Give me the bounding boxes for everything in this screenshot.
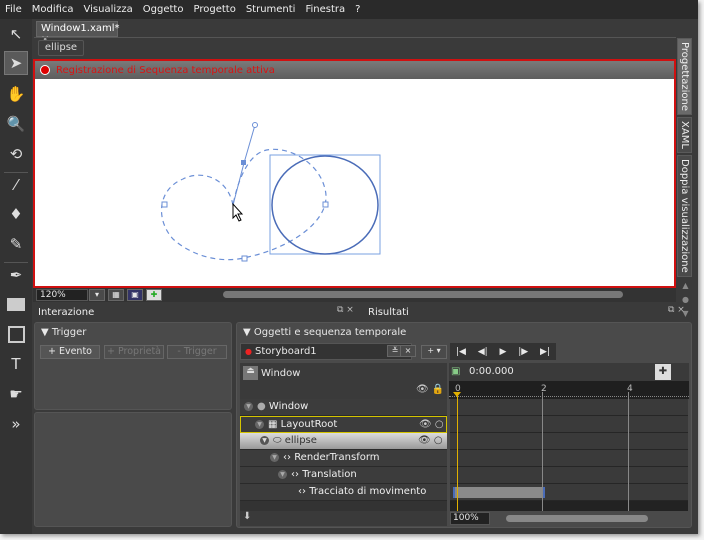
direct-select-icon[interactable]: ↖ xyxy=(4,22,28,46)
menu-bar: File Modifica Visualizza Oggetto Progett… xyxy=(0,0,698,19)
pin-close-icons[interactable]: ⧉ × xyxy=(337,305,354,315)
scope-up-icon[interactable]: ⏏ xyxy=(243,366,258,380)
timeline-row[interactable] xyxy=(450,416,688,433)
pan-hand-icon[interactable]: ✋ xyxy=(4,82,28,106)
selection-icon[interactable]: ➤ xyxy=(4,51,28,75)
text-icon[interactable]: T xyxy=(4,352,28,376)
tree-footer: ⬇ xyxy=(240,511,447,526)
close-storyboard-icon[interactable]: × xyxy=(400,345,416,357)
eyedropper-icon[interactable]: ⁄ xyxy=(4,172,28,196)
menu-file[interactable]: File xyxy=(5,4,22,15)
design-surface[interactable] xyxy=(33,59,676,288)
tab-doppia-visualizzazione[interactable]: Doppia visualizzazione xyxy=(677,154,692,277)
tree-row-rendertransform[interactable]: ▼ ‹› RenderTransform xyxy=(240,450,447,467)
eye-lock-icons[interactable]: 👁 🔒 xyxy=(416,384,444,395)
time-display[interactable]: ▣ 0:00.000 ✚ xyxy=(449,363,689,381)
prev-frame-icon[interactable]: ◀| xyxy=(478,347,488,357)
paint-bucket-icon[interactable]: ♦ xyxy=(4,202,28,226)
chevron-down-icon[interactable]: ▾ xyxy=(89,289,105,301)
tree-row-layoutroot[interactable]: ▼ ▦ LayoutRoot 👁 ○ xyxy=(240,416,447,433)
tree-row-window[interactable]: ▼ ● Window xyxy=(240,399,447,416)
results-pin-close-icons[interactable]: ⧉ × xyxy=(668,305,685,315)
document-tab[interactable]: Window1.xaml* × xyxy=(36,21,120,45)
next-frame-icon[interactable]: |▶ xyxy=(518,347,528,357)
timeline-zoom[interactable]: 100% xyxy=(450,512,490,525)
artboard[interactable]: Registrazione di Sequenza temporale atti… xyxy=(33,59,676,288)
view-tabs: Progettazione XAML Doppia visualizzazion… xyxy=(677,38,694,321)
menu-help[interactable]: ? xyxy=(355,4,360,15)
gradient-icon[interactable]: ✎ xyxy=(4,232,28,256)
horizontal-scrollbar[interactable] xyxy=(223,291,623,298)
zoom-icon[interactable]: 🔍 xyxy=(4,112,28,136)
record-icon: ● xyxy=(245,347,252,356)
tree-row-motion-path[interactable]: ‹› Tracciato di movimento xyxy=(240,484,447,501)
gridline-4s xyxy=(628,392,629,511)
scope-header: ⏏ Window 👁 🔒 xyxy=(240,363,447,399)
interaction-title: Interazione xyxy=(38,307,95,318)
timeline-scrollbar[interactable] xyxy=(506,515,648,522)
menu-finestra[interactable]: Finestra xyxy=(305,4,345,15)
snap-icon[interactable]: ✚ xyxy=(655,364,671,380)
rectangle-icon[interactable] xyxy=(4,292,28,316)
new-storyboard-button[interactable]: + ▾ xyxy=(421,345,447,359)
asset-library-icon[interactable]: » xyxy=(4,412,28,436)
timeline-row[interactable] xyxy=(450,484,688,501)
anchor-point xyxy=(241,160,246,165)
cursor-icon xyxy=(232,202,244,222)
playhead-marker-icon[interactable] xyxy=(453,392,461,397)
add-event-button[interactable]: + Evento xyxy=(40,345,100,359)
menu-strumenti[interactable]: Strumenti xyxy=(246,4,296,15)
zoom-select[interactable]: 120% xyxy=(36,289,88,301)
playback-controls: |◀ ◀| ▶ |▶ ▶| xyxy=(450,343,556,360)
blend-window: File Modifica Visualizza Oggetto Progett… xyxy=(0,0,698,534)
timeline-ruler[interactable]: 0 2 4 xyxy=(449,381,689,399)
play-icon[interactable]: ▶ xyxy=(500,347,507,357)
playhead[interactable] xyxy=(457,392,458,511)
arrow-down-icon[interactable]: ⬇ xyxy=(243,511,251,522)
control-point xyxy=(252,122,258,128)
timeline-row[interactable] xyxy=(450,433,688,450)
snap-icon[interactable]: ✚ xyxy=(146,289,162,301)
motion-path-keyframe-bar[interactable] xyxy=(453,487,545,498)
artboard-footer: 120% ▾ ▦ ▣ ✚ xyxy=(33,288,676,302)
gridline-2s xyxy=(542,392,543,511)
objects-header[interactable]: ▼ Oggetti e sequenza temporale xyxy=(243,327,406,338)
last-frame-icon[interactable]: ▶| xyxy=(540,347,550,357)
timeline-row[interactable] xyxy=(450,399,688,416)
control-icon[interactable]: ☛ xyxy=(4,382,28,406)
add-property-button[interactable]: + Proprietà xyxy=(104,345,164,359)
camera-orbit-icon[interactable]: ⟲ xyxy=(4,142,28,166)
menu-progetto[interactable]: Progetto xyxy=(193,4,235,15)
pen-icon[interactable]: ✒ xyxy=(4,262,28,286)
timeline-row[interactable] xyxy=(450,467,688,484)
bezier-handle xyxy=(243,124,256,164)
tab-progettazione[interactable]: Progettazione xyxy=(677,38,692,115)
tree-row-ellipse[interactable]: ▼ ⬭ ellipse 👁 ○ xyxy=(240,433,447,450)
remove-trigger-button[interactable]: - Trigger xyxy=(167,345,227,359)
tools-toolbar: ↖ ➤ ✋ 🔍 ⟲ ⁄ ♦ ✎ ✒ T ☛ » xyxy=(0,19,32,534)
grid-layout-icon[interactable] xyxy=(4,322,28,346)
grid-icon[interactable]: ▦ xyxy=(108,289,124,301)
tab-xaml[interactable]: XAML xyxy=(677,116,692,153)
breadcrumb-ellipse[interactable]: ellipse xyxy=(38,40,84,56)
menu-visualizza[interactable]: Visualizza xyxy=(84,4,133,15)
document-tab-label: Window1.xaml* xyxy=(41,23,120,34)
scope-label: Window xyxy=(261,368,301,379)
trigger-header[interactable]: ▼ Trigger xyxy=(41,327,86,338)
trigger-details-panel xyxy=(34,412,232,527)
menu-oggetto[interactable]: Oggetto xyxy=(143,4,184,15)
tree-row-translation[interactable]: ▼ ‹› Translation xyxy=(240,467,447,484)
effects-icon[interactable]: ▣ xyxy=(127,289,143,301)
menu-modifica[interactable]: Modifica xyxy=(32,4,74,15)
first-frame-icon[interactable]: |◀ xyxy=(456,347,466,357)
trigger-panel: ▼ Trigger + Evento + Proprietà - Trigger xyxy=(34,322,232,410)
results-title[interactable]: Risultati xyxy=(368,305,409,320)
add-keyframe-icon[interactable]: ▣ xyxy=(451,363,460,381)
timeline-row[interactable] xyxy=(450,450,688,467)
